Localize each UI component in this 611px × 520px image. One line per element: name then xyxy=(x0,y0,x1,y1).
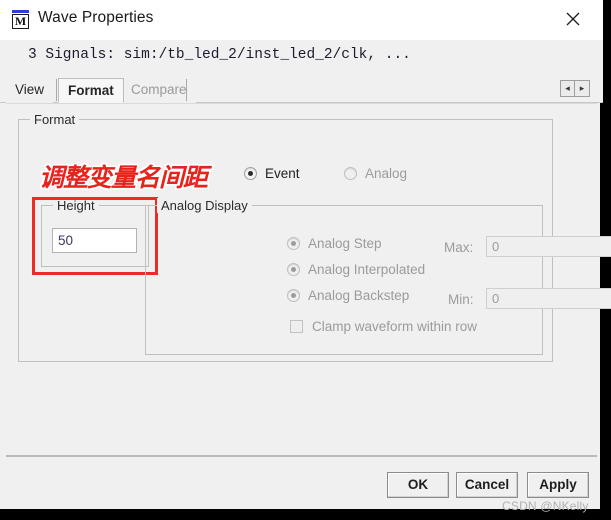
radio-analog-step-label: Analog Step xyxy=(308,236,382,251)
radio-analog-indicator xyxy=(344,167,357,180)
analog-display-group-label: Analog Display xyxy=(157,198,252,213)
max-input[interactable] xyxy=(486,236,611,257)
radio-analog-backstep-label: Analog Backstep xyxy=(308,288,410,303)
tab-scroll-left-button[interactable]: ◂ xyxy=(560,80,575,97)
radio-analog-step-indicator xyxy=(287,237,300,250)
icon-blue-bar xyxy=(12,10,29,13)
apply-button[interactable]: Apply xyxy=(527,472,589,498)
icon-letter-m: M xyxy=(12,14,29,29)
tab-compare[interactable]: Compare xyxy=(122,78,196,103)
tab-separator-1 xyxy=(56,79,57,101)
radio-analog-label: Analog xyxy=(365,166,408,181)
checkbox-clamp-waveform-label: Clamp waveform within row xyxy=(312,319,478,334)
radio-analog-interpolated-indicator xyxy=(287,263,300,276)
format-group-box: Format 调整变量名间距 Event Analog Height Analo… xyxy=(18,112,611,362)
modelsim-m-icon: M xyxy=(11,10,31,30)
min-input[interactable] xyxy=(486,288,611,309)
cancel-button[interactable]: Cancel xyxy=(456,472,518,498)
close-button[interactable] xyxy=(551,0,597,38)
tab-scroll-right-button[interactable]: ▸ xyxy=(575,80,590,97)
radio-analog-backstep[interactable]: Analog Backstep xyxy=(287,288,409,303)
tab-format[interactable]: Format xyxy=(58,78,124,103)
tab-strip: View Format Compare xyxy=(0,74,603,103)
analog-display-group-box: Analog Display Analog Step Analog Interp… xyxy=(145,198,611,355)
min-label: Min: xyxy=(448,292,474,307)
chevron-right-icon: ▸ xyxy=(579,83,585,93)
radio-event[interactable]: Event xyxy=(244,166,300,181)
wave-properties-dialog: M Wave Properties 3 Signals: sim:/tb_led… xyxy=(0,0,611,513)
close-icon xyxy=(566,12,580,26)
checkbox-clamp-waveform-indicator xyxy=(290,320,303,333)
checkbox-clamp-waveform[interactable]: Clamp waveform within row xyxy=(290,319,477,334)
radio-analog-step[interactable]: Analog Step xyxy=(287,236,382,251)
annotation-text-overlay: 调整变量名间距 xyxy=(39,163,208,192)
height-group-label: Height xyxy=(53,198,99,213)
signals-summary-text: 3 Signals: sim:/tb_led_2/inst_led_2/clk,… xyxy=(28,47,411,63)
height-input[interactable] xyxy=(52,228,137,253)
title-bar: M Wave Properties xyxy=(0,0,603,40)
signals-summary-row: 3 Signals: sim:/tb_led_2/inst_led_2/clk,… xyxy=(0,40,603,74)
format-tab-panel: Format 调整变量名间距 Event Analog Height Analo… xyxy=(6,103,611,453)
footer-separator xyxy=(6,455,597,457)
radio-event-label: Event xyxy=(265,166,300,181)
tab-scroll-controls: ◂ ▸ xyxy=(560,80,590,97)
radio-analog[interactable]: Analog xyxy=(344,166,407,181)
window-title: Wave Properties xyxy=(38,9,154,26)
chevron-left-icon: ◂ xyxy=(565,83,570,93)
radio-analog-backstep-indicator xyxy=(287,289,300,302)
radio-analog-interpolated[interactable]: Analog Interpolated xyxy=(287,262,425,277)
ok-button[interactable]: OK xyxy=(387,472,449,498)
format-group-label: Format xyxy=(30,112,80,127)
max-label: Max: xyxy=(444,240,474,255)
tab-view[interactable]: View xyxy=(6,78,54,103)
radio-event-indicator xyxy=(244,167,257,180)
watermark-text: CSDN @NKelly xyxy=(502,499,589,513)
tab-separator-3 xyxy=(186,79,187,101)
radio-analog-interpolated-label: Analog Interpolated xyxy=(308,262,426,277)
